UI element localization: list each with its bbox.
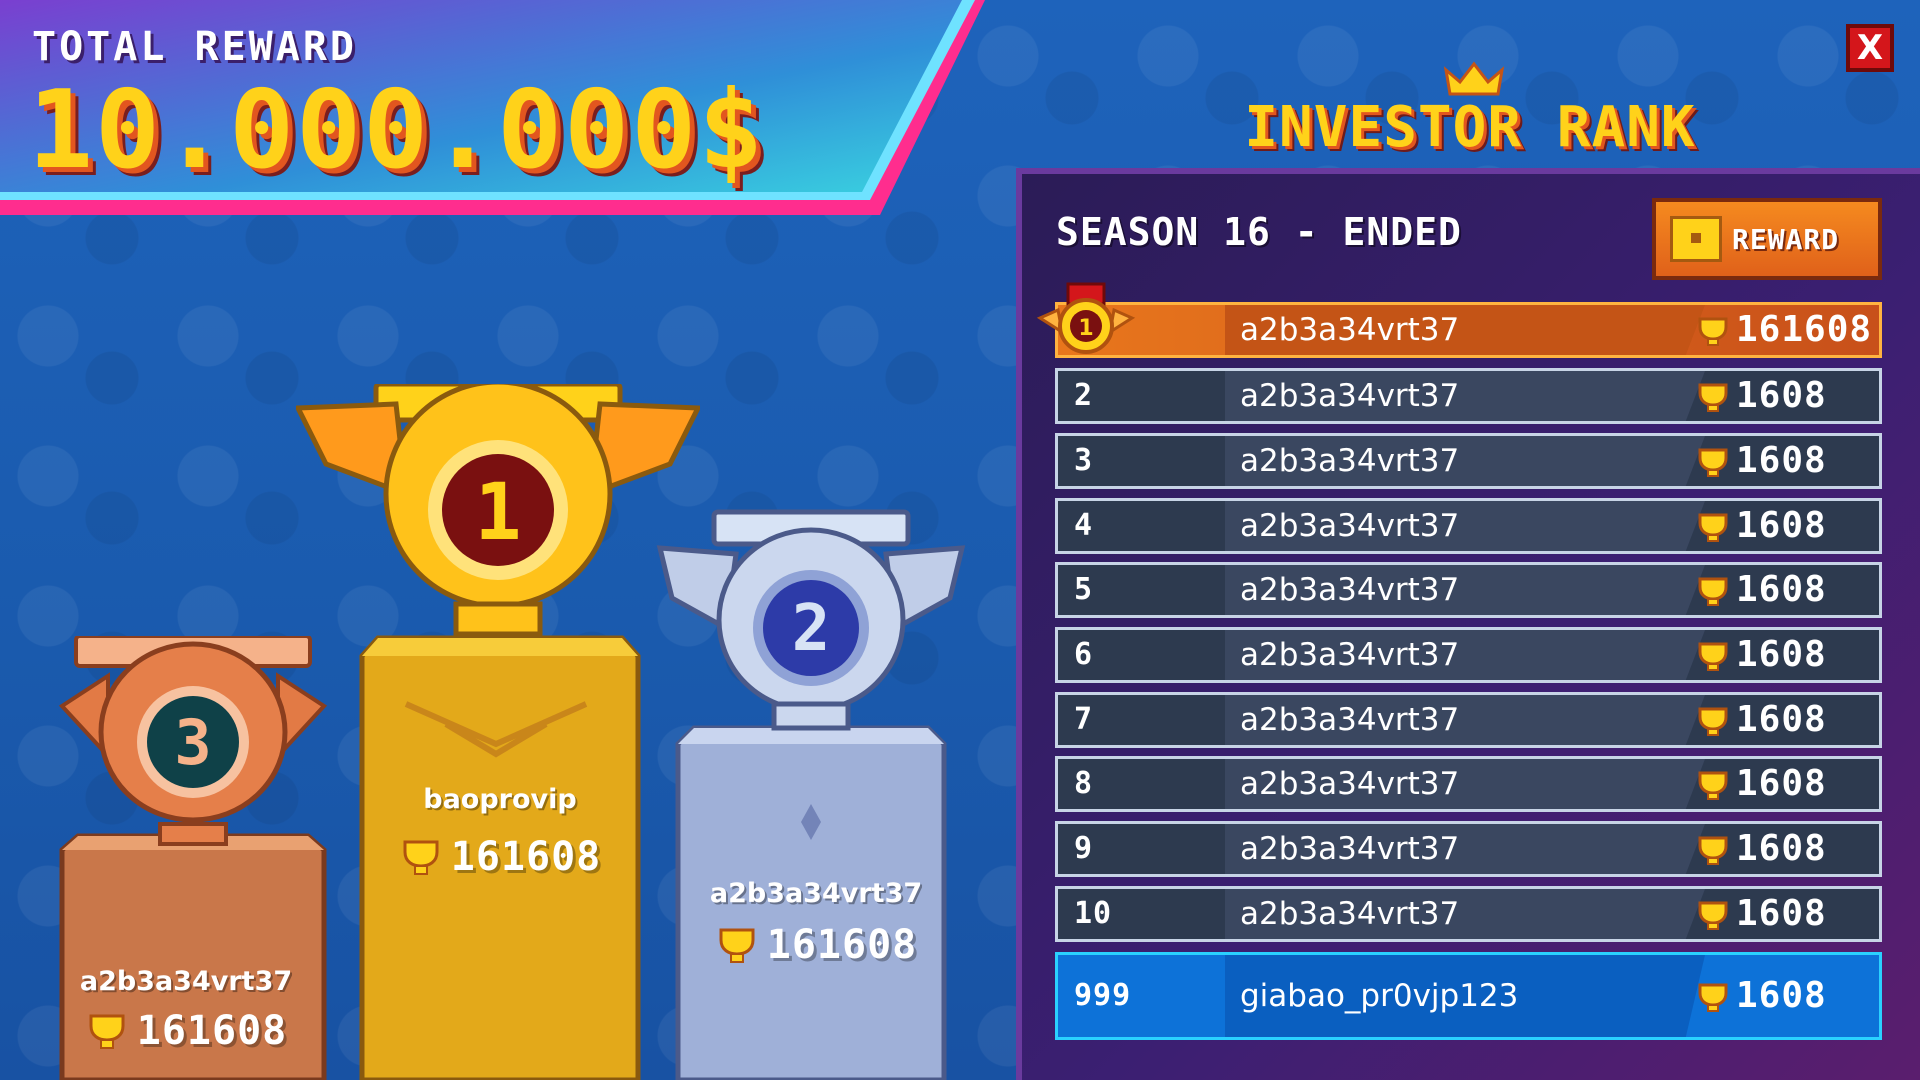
player-name: a2b3a34vrt37: [1240, 831, 1460, 867]
leaderboard-row[interactable]: 5 a2b3a34vrt37 1608: [1055, 562, 1882, 618]
player-name: a2b3a34vrt37: [1240, 637, 1460, 673]
trophy-icon: [89, 1014, 125, 1049]
player-score: 1608: [1736, 828, 1827, 869]
player-rank: 5: [1074, 572, 1094, 607]
player-name: a2b3a34vrt37: [1240, 702, 1460, 738]
player-score: 161608: [1736, 309, 1873, 350]
player-name: a2b3a34vrt37: [1240, 508, 1460, 544]
leaderboard-row[interactable]: 10 a2b3a34vrt37 1608: [1055, 886, 1882, 942]
my-rank-row[interactable]: 999 giabao_pr0vjp123 1608: [1055, 952, 1882, 1040]
podium-second-score: 161608: [766, 922, 918, 968]
podium-first-name: baoprovip: [423, 784, 577, 815]
total-reward-amount: 10.000.000$: [28, 68, 766, 193]
podium-first: 1: [296, 384, 700, 1080]
player-score: 1608: [1736, 505, 1827, 546]
trophy-icon: [1698, 513, 1728, 542]
podium-first-number: 1: [475, 468, 522, 558]
season-status: SEASON 16 - ENDED: [1056, 210, 1462, 254]
player-rank: 8: [1074, 766, 1094, 801]
trophy-icon: [1698, 448, 1728, 477]
player-score: 1608: [1736, 893, 1827, 934]
podium-third-name: a2b3a34vrt37: [79, 966, 293, 997]
trophy-icon: [1698, 901, 1728, 930]
chest-icon: [1670, 216, 1722, 262]
trophy-icon: [1698, 771, 1728, 800]
podium-second-name: a2b3a34vrt37: [709, 878, 923, 909]
close-button[interactable]: X: [1846, 24, 1894, 72]
leaderboard-row[interactable]: a2b3a34vrt37 161608: [1055, 302, 1882, 358]
player-rank: 2: [1074, 378, 1094, 413]
trophy-icon: [1698, 577, 1728, 606]
podium-first-info: baoprovip 161608: [362, 778, 638, 898]
player-score: 1608: [1736, 440, 1827, 481]
player-name: a2b3a34vrt37: [1240, 572, 1460, 608]
trophy-icon: [1698, 836, 1728, 865]
my-name: giabao_pr0vjp123: [1240, 978, 1519, 1014]
player-rank: 4: [1074, 508, 1094, 543]
player-name: a2b3a34vrt37: [1240, 312, 1460, 348]
player-name: a2b3a34vrt37: [1240, 378, 1460, 414]
leaderboard-row[interactable]: 7 a2b3a34vrt37 1608: [1055, 692, 1882, 748]
trophy-icon: [403, 840, 439, 875]
reward-button-label: REWARD: [1732, 222, 1840, 256]
podium-third-score-wrap: 161608: [48, 1008, 324, 1054]
page-title: INVESTOR RANK: [1244, 95, 1696, 160]
player-rank: 3: [1074, 443, 1094, 478]
trophy-icon: [1698, 707, 1728, 736]
podium-second-number: 2: [792, 592, 831, 666]
player-name: a2b3a34vrt37: [1240, 443, 1460, 479]
player-rank: 9: [1074, 831, 1094, 866]
my-score: 1608: [1736, 975, 1827, 1016]
trophy-icon: [719, 928, 755, 963]
player-name: a2b3a34vrt37: [1240, 766, 1460, 802]
my-rank: 999: [1074, 978, 1132, 1013]
podium-first-score: 161608: [450, 834, 602, 880]
reward-button[interactable]: REWARD: [1652, 198, 1882, 280]
trophy-icon: [1698, 317, 1728, 346]
close-icon: X: [1856, 28, 1884, 68]
crown-icon: [1444, 61, 1504, 96]
trophy-icon: [1698, 983, 1728, 1012]
player-score: 1608: [1736, 375, 1827, 416]
leaderboard-row[interactable]: 2 a2b3a34vrt37 1608: [1055, 368, 1882, 424]
leaderboard-row[interactable]: 9 a2b3a34vrt37 1608: [1055, 821, 1882, 877]
player-rank: 10: [1074, 896, 1113, 931]
trophy-icon: [1698, 383, 1728, 412]
player-rank: 6: [1074, 637, 1094, 672]
player-name: a2b3a34vrt37: [1240, 896, 1460, 932]
player-score: 1608: [1736, 569, 1827, 610]
first-place-medal-icon: 1: [1036, 282, 1136, 354]
medal-number: 1: [1078, 316, 1093, 341]
leaderboard-row[interactable]: 4 a2b3a34vrt37 1608: [1055, 498, 1882, 554]
podium-third-info: a2b3a34vrt37 161608: [48, 960, 324, 1060]
podium-third-number: 3: [174, 706, 211, 779]
podium-second: 2: [656, 509, 966, 1080]
total-reward-banner: TOTAL REWARD 10.000.000$: [0, 0, 985, 215]
player-rank: 7: [1074, 702, 1094, 737]
podium-second-score-wrap: 161608: [678, 922, 954, 968]
total-reward-label: TOTAL REWARD: [32, 24, 357, 70]
leaderboard-row[interactable]: 3 a2b3a34vrt37 1608: [1055, 433, 1882, 489]
podium-third-score: 161608: [136, 1008, 288, 1054]
trophy-icon: [1698, 642, 1728, 671]
podium-first-score-wrap: 161608: [362, 834, 638, 880]
leaderboard-row[interactable]: 6 a2b3a34vrt37 1608: [1055, 627, 1882, 683]
player-score: 1608: [1736, 699, 1827, 740]
leaderboard-row[interactable]: 8 a2b3a34vrt37 1608: [1055, 756, 1882, 812]
player-score: 1608: [1736, 763, 1827, 804]
player-score: 1608: [1736, 634, 1827, 675]
podium-second-info: a2b3a34vrt37 161608: [678, 874, 954, 984]
